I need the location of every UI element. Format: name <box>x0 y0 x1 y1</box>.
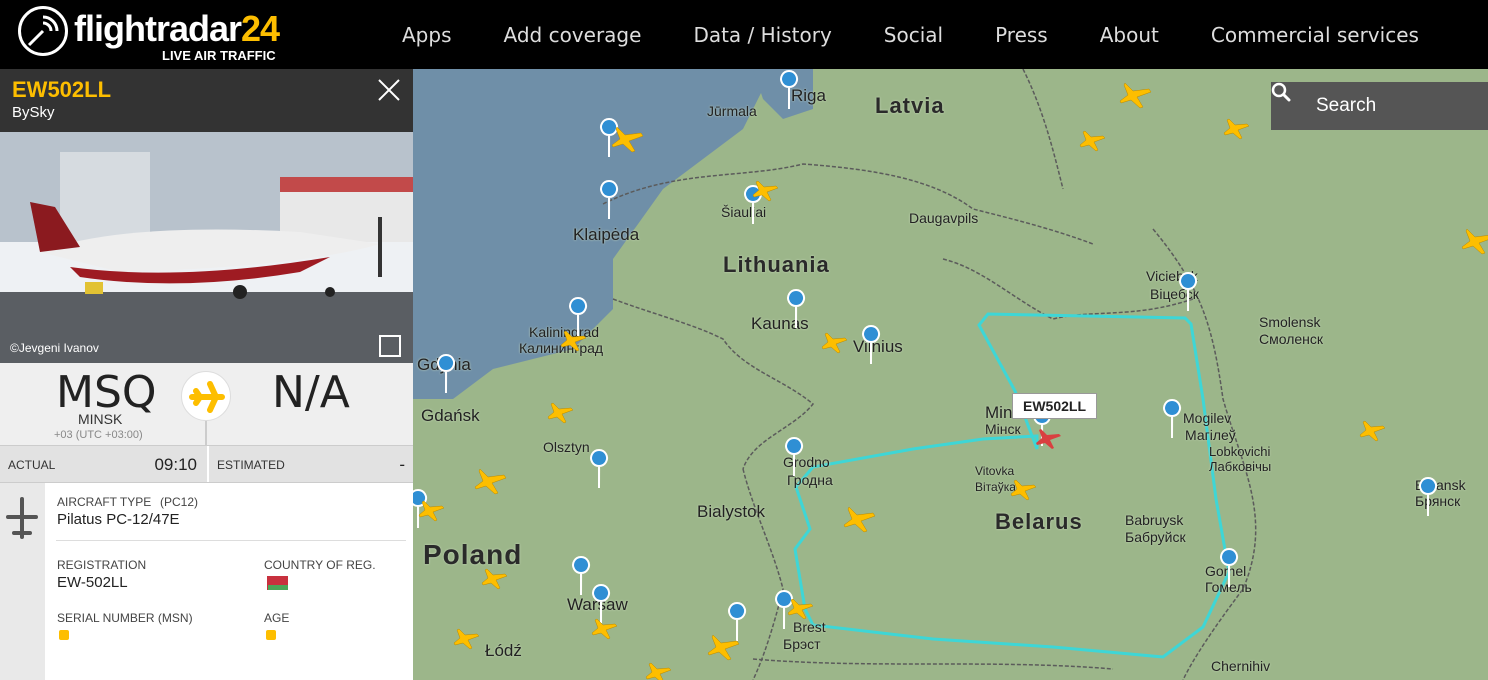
belarus-flag-icon <box>264 576 288 590</box>
nav-commercial-services[interactable]: Commercial services <box>1191 23 1439 47</box>
aircraft-type-label: AIRCRAFT TYPE <box>57 495 152 509</box>
city-grodno-ru: Гродна <box>787 472 833 488</box>
flight-callsign: EW502LL <box>12 77 112 102</box>
city-mogilev-ru: Магілеў <box>1185 427 1236 443</box>
flight-times: ACTUAL 09:10 ESTIMATED - <box>0 445 413 483</box>
city-klaipeda: Klaipėda <box>573 225 640 244</box>
city-babruysk: Babruysk <box>1125 512 1184 528</box>
city-daugavpils: Daugavpils <box>909 210 979 226</box>
city-kaunas: Kaunas <box>751 314 809 333</box>
country-latvia: Latvia <box>875 93 945 118</box>
actual-time-cell: ACTUAL 09:10 <box>0 446 205 482</box>
city-viciebsk: Viciebsk <box>1146 268 1198 284</box>
city-smolensk: Smolensk <box>1259 314 1321 330</box>
city-grodno: Grodno <box>783 454 830 470</box>
city-riga: Riga <box>791 86 826 105</box>
nav-social[interactable]: Social <box>864 23 963 47</box>
route-divider <box>205 421 207 445</box>
aircraft-icon <box>6 497 38 539</box>
aircraft-section-tab[interactable] <box>0 483 45 680</box>
aircraft-details: AIRCRAFT TYPE (PC12) Pilatus PC-12/47E R… <box>0 483 413 680</box>
city-olsztyn: Olsztyn <box>543 439 590 455</box>
city-lodz: Łódź <box>485 641 522 660</box>
registration-label: REGISTRATION <box>57 558 147 572</box>
city-gdynia: Gdynia <box>417 355 471 374</box>
destination-code: N/A <box>272 367 350 418</box>
country-label: COUNTRY OF REG. <box>264 558 376 572</box>
city-vilnius: Vilnius <box>853 337 903 356</box>
lock-icon[interactable] <box>266 630 276 640</box>
estimated-time: - <box>399 455 405 474</box>
city-smolensk-ru: Смоленск <box>1259 331 1324 347</box>
country-lithuania: Lithuania <box>723 252 830 277</box>
city-brest: Brest <box>793 619 826 635</box>
city-babruysk-ru: Бабруйск <box>1125 529 1186 545</box>
aircraft-photo[interactable]: ©Jevgeni Ivanov <box>0 132 413 363</box>
city-kaliningrad-ru: Калининград <box>519 340 604 356</box>
selected-flight-tag[interactable]: EW502LL <box>1012 393 1098 419</box>
flightradar24-logo[interactable]: flightradar24 LIVE AIR TRAFFIC <box>18 6 280 64</box>
aircraft-type-code: (PC12) <box>160 495 199 509</box>
city-lobkovichi: Lobkovichi <box>1209 444 1271 459</box>
main-nav: Apps Add coverage Data / History Social … <box>382 0 1451 69</box>
city-gomel-ru: Гомель <box>1205 579 1252 595</box>
city-vitovka: Vitovka <box>975 464 1015 478</box>
expand-photo-icon[interactable] <box>379 335 401 357</box>
actual-time: 09:10 <box>154 455 197 474</box>
city-vitovka-ru: Вітаўка <box>975 480 1016 494</box>
city-gomel: Gomel <box>1205 563 1247 579</box>
nav-about[interactable]: About <box>1080 23 1179 47</box>
city-bialystok: Bialystok <box>697 502 766 521</box>
city-warsaw: Warsaw <box>567 595 628 614</box>
flight-info-panel: EW502LL BySky ©Jevgeni Ivanov MSQ MINSK … <box>0 69 413 680</box>
search-placeholder: Search <box>1316 95 1377 116</box>
logo-wordmark: flightradar24 <box>74 8 280 49</box>
city-viciebsk-ru: Віцебск <box>1150 286 1199 302</box>
city-siauliai: Šiauliai <box>721 204 767 220</box>
city-mogilev: Mogilev <box>1183 410 1232 426</box>
serial-number-label: SERIAL NUMBER (MSN) <box>57 611 193 625</box>
country-belarus: Belarus <box>995 509 1083 534</box>
registration-value[interactable]: EW-502LL <box>57 574 128 591</box>
actual-label: ACTUAL <box>8 458 56 472</box>
country-poland: Poland <box>423 539 523 570</box>
origin-timezone: +03 (UTC +03:00) <box>54 429 143 441</box>
nav-press[interactable]: Press <box>975 23 1068 47</box>
radar-logo-icon <box>18 6 68 56</box>
airline-name: BySky <box>12 104 55 121</box>
details-separator <box>56 540 406 541</box>
route-summary: MSQ MINSK +03 (UTC +03:00) N/A <box>0 363 413 445</box>
search-icon <box>1271 82 1291 102</box>
logo-subtitle: LIVE AIR TRAFFIC <box>162 48 276 63</box>
nav-apps[interactable]: Apps <box>382 23 472 47</box>
photo-credit: ©Jevgeni Ivanov <box>10 341 99 355</box>
city-bryansk-ru: Брянск <box>1415 493 1461 509</box>
aircraft-type: Pilatus PC-12/47E <box>57 511 180 528</box>
lock-icon[interactable] <box>59 630 69 640</box>
map-base <box>413 69 1257 680</box>
city-gdansk: Gdańsk <box>421 406 480 425</box>
city-jurmala: Jūrmala <box>707 103 757 119</box>
city-lobkovichi-ru: Лабковічы <box>1209 459 1272 474</box>
city-kaliningrad: Kaliningrad <box>529 324 600 340</box>
city-minsk-ru: Мінск <box>985 421 1021 437</box>
city-chernihiv: Chernihiv <box>1211 658 1271 674</box>
nav-add-coverage[interactable]: Add coverage <box>484 23 662 47</box>
age-label: AGE <box>264 611 290 625</box>
top-navigation-bar: flightradar24 LIVE AIR TRAFFIC Apps Add … <box>0 0 1488 69</box>
estimated-label: ESTIMATED <box>217 458 285 472</box>
city-brest-ru: Брэст <box>783 636 821 652</box>
route-plane-icon <box>181 371 231 421</box>
live-map[interactable]: Latvia Lithuania Belarus Poland Jūrmala … <box>413 69 1488 680</box>
close-icon[interactable] <box>375 77 403 105</box>
estimated-time-cell: ESTIMATED - <box>207 446 413 482</box>
map-search-box[interactable]: Search <box>1271 82 1488 130</box>
nav-data-history[interactable]: Data / History <box>673 23 851 47</box>
origin-city: MINSK <box>78 411 123 427</box>
city-bryansk: Bryansk <box>1415 477 1466 493</box>
flight-panel-header: EW502LL BySky <box>0 69 413 132</box>
